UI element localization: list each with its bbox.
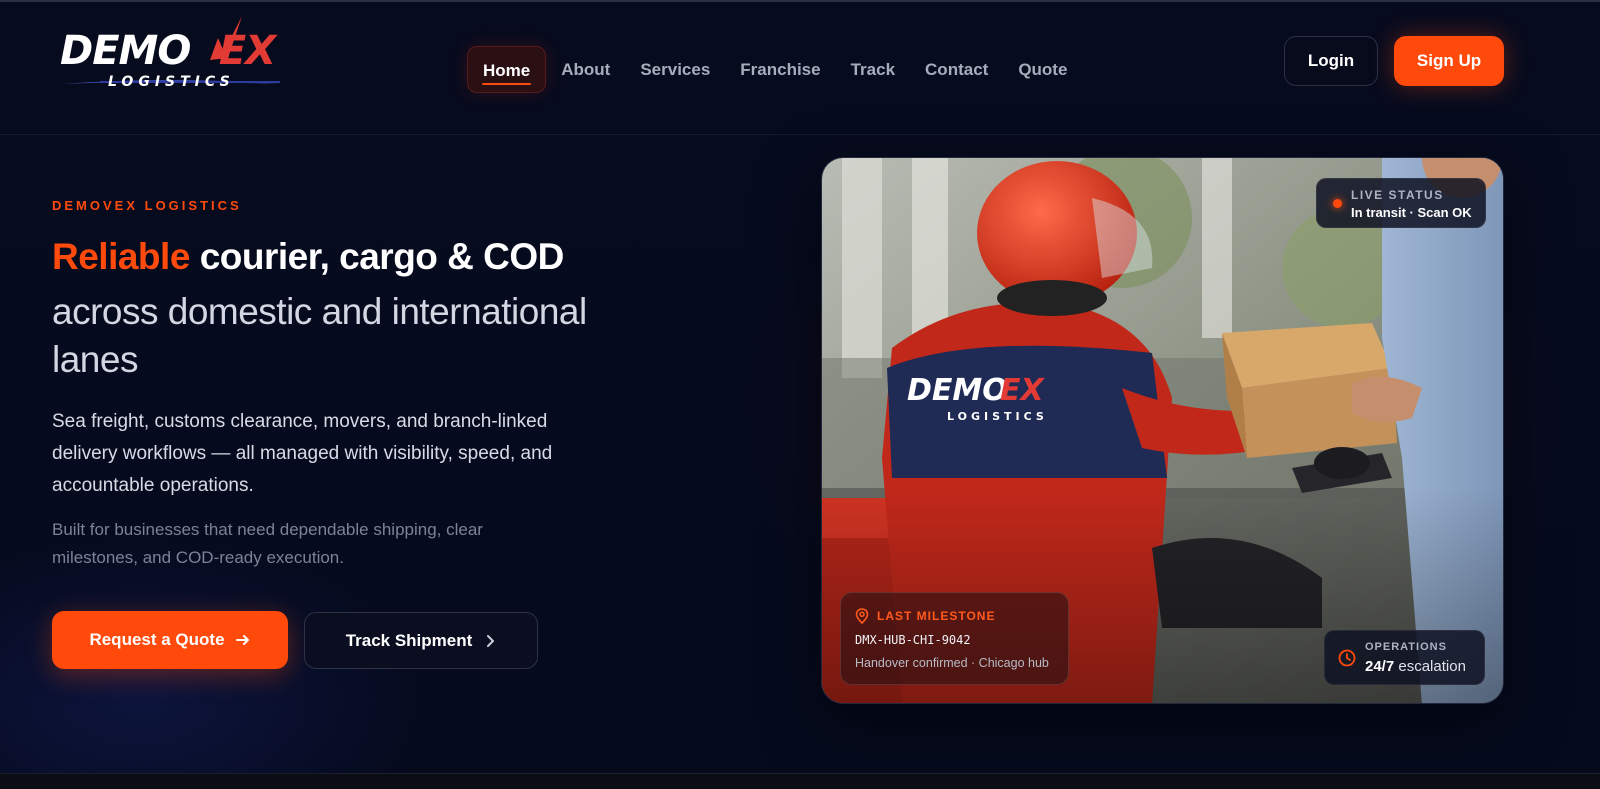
hero-image-card: DEMO EX LOGISTICS LIVE STATUS [821,157,1504,704]
track-shipment-label: Track Shipment [345,630,473,650]
logo-subtitle: LOGISTICS [108,74,235,90]
request-quote-button[interactable]: Request a Quote [52,611,288,669]
hero-title-rest: courier, cargo & COD [199,236,565,277]
request-quote-label: Request a Quote [89,630,225,649]
milestone-code: DMX-HUB-CHI-9042 [855,633,971,647]
operations-chip: OPERATIONS 24/7 escalation [1324,630,1485,685]
nav-item-contact[interactable]: Contact [910,46,1003,93]
chevron-right-icon [487,634,495,647]
signup-button[interactable]: Sign Up [1394,36,1504,86]
next-section-edge [0,773,1600,789]
live-status-value: In transit · Scan OK [1351,205,1472,220]
hero-eyebrow: DEMOVEX LOGISTICS [52,198,242,213]
milestone-detail: Handover confirmed · Chicago hub [855,656,1049,670]
hero-note: Built for businesses that need dependabl… [52,520,483,567]
status-dot-icon [1333,199,1342,208]
hero-title-line2: across domestic and international lanes [52,291,587,380]
hero-title: Reliable courier, cargo & COD [52,232,612,282]
track-shipment-button[interactable]: Track Shipment [304,612,538,669]
live-status-chip: LIVE STATUS In transit · Scan OK [1316,178,1486,228]
nav-item-about[interactable]: About [546,46,625,93]
hero-title-accent: Reliable [52,236,190,277]
operations-label: OPERATIONS [1365,641,1447,653]
site-header: DEMOVEX LOGISTICS Home About Services Fr… [0,2,1600,135]
logo-wordmark: DEMOVEX [60,28,276,74]
login-button[interactable]: Login [1284,36,1378,86]
hero-description: Sea freight, customs clearance, movers, … [52,411,553,496]
arrow-right-icon [235,635,249,645]
nav-item-services[interactable]: Services [625,46,725,93]
nav-item-quote[interactable]: Quote [1003,46,1082,93]
nav-item-home[interactable]: Home [467,46,547,93]
page: DEMOVEX LOGISTICS Home About Services Fr… [0,0,1600,789]
clock-icon [1338,649,1356,667]
milestone-label: LAST MILESTONE [877,609,996,623]
main-nav: Home About Services Franchise Track Cont… [467,46,1082,93]
brand-logo[interactable]: DEMOVEX LOGISTICS [60,14,290,94]
nav-item-franchise[interactable]: Franchise [725,46,835,93]
operations-value: 24/7 escalation [1365,658,1466,675]
map-pin-icon [855,608,869,624]
live-status-label: LIVE STATUS [1351,188,1444,202]
nav-item-track[interactable]: Track [836,46,910,93]
last-milestone-chip: LAST MILESTONE DMX-HUB-CHI-9042 Handover… [840,592,1069,685]
